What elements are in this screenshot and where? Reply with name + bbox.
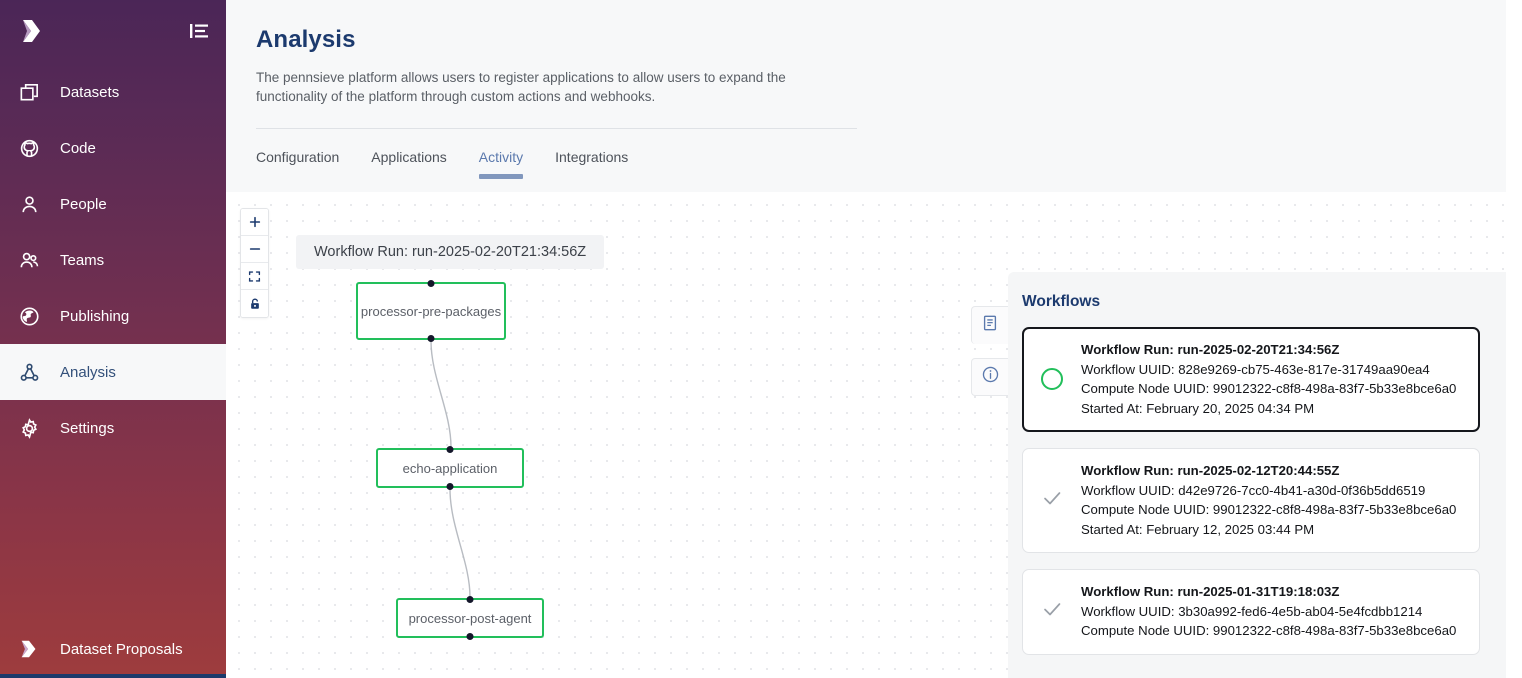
- zoom-in-button[interactable]: [241, 209, 268, 236]
- workflow-run-name: Workflow Run: run-2025-02-20T21:34:56Z: [1081, 342, 1340, 357]
- sidebar-header: [0, 0, 226, 62]
- canvas-side-buttons: [971, 306, 1009, 396]
- sidebar-item-datasets[interactable]: Datasets: [0, 64, 226, 120]
- node-handle-bottom[interactable]: [427, 335, 435, 342]
- workflows-panel: Workflows Workflow Run: run-2025-02-20T2…: [1008, 272, 1506, 678]
- page-header: Analysis The pennsieve platform allows u…: [226, 0, 1506, 192]
- running-circle-icon: [1041, 368, 1063, 390]
- lock-canvas-button[interactable]: [241, 290, 268, 317]
- header-divider: [256, 128, 857, 129]
- check-icon: [1041, 487, 1063, 514]
- workflow-started-at: Started At: February 12, 2025 03:44 PM: [1081, 521, 1315, 537]
- workflows-panel-title: Workflows: [1022, 293, 1101, 310]
- workflow-card-body: Workflow Run: run-2025-02-12T20:44:55Z W…: [1081, 461, 1456, 539]
- app-root: Datasets Code People Teams Publishing An…: [0, 0, 1522, 678]
- node-handle-bottom[interactable]: [446, 483, 454, 490]
- globe-publishing-icon: [16, 303, 42, 329]
- sidebar-item-label: People: [60, 195, 107, 213]
- sidebar-item-label: Analysis: [60, 363, 116, 381]
- sidebar-item-analysis[interactable]: Analysis: [0, 344, 226, 400]
- workflow-node[interactable]: processor-post-agent: [396, 596, 544, 640]
- info-circle-icon: [981, 365, 1000, 389]
- check-icon: [1041, 598, 1063, 625]
- analysis-graph-icon: [16, 359, 42, 385]
- status-indicator-running: [1037, 368, 1067, 390]
- node-handle-top[interactable]: [427, 280, 435, 287]
- zoom-controls: [240, 208, 269, 318]
- sidebar-item-label: Settings: [60, 419, 115, 437]
- workflow-uuid: Workflow UUID: 828e9269-cb75-463e-817e-3…: [1081, 361, 1430, 377]
- pennsieve-logo-icon[interactable]: [18, 18, 44, 44]
- workflow-node[interactable]: processor-pre-packages: [356, 280, 506, 342]
- right-gutter: [1506, 0, 1522, 678]
- compute-node-uuid: Compute Node UUID: 99012322-c8f8-498a-83…: [1081, 381, 1457, 396]
- tab-activity[interactable]: Activity: [478, 149, 524, 179]
- workflow-uuid: Workflow UUID: d42e9726-7cc0-4b41-a30d-0…: [1081, 482, 1426, 498]
- pennsieve-logo-icon: [16, 636, 42, 662]
- sidebar-item-dataset-proposals[interactable]: Dataset Proposals: [0, 620, 226, 678]
- workflow-canvas[interactable]: Workflow Run: run-2025-02-20T21:34:56Z p…: [226, 192, 1506, 678]
- sidebar-item-publishing[interactable]: Publishing: [0, 288, 226, 344]
- sidebar-bottom-rule: [0, 674, 226, 678]
- datasets-icon: [16, 79, 42, 105]
- workflow-uuid: Workflow UUID: 3b30a992-fed6-4e5b-ab04-5…: [1081, 603, 1423, 619]
- workflow-node-label: processor-pre-packages: [360, 303, 502, 319]
- workflow-run-name: Workflow Run: run-2025-01-31T19:18:03Z: [1081, 584, 1340, 599]
- document-log-icon: [981, 314, 999, 337]
- workflow-card-body: Workflow Run: run-2025-02-20T21:34:56Z W…: [1081, 340, 1456, 418]
- sidebar-item-teams[interactable]: Teams: [0, 232, 226, 288]
- info-panel-button[interactable]: [971, 358, 1009, 396]
- tab-bar: Configuration Applications Activity Inte…: [256, 149, 1506, 179]
- tab-configuration[interactable]: Configuration: [256, 149, 339, 179]
- compute-node-uuid: Compute Node UUID: 99012322-c8f8-498a-83…: [1081, 623, 1457, 638]
- workflow-card[interactable]: Workflow Run: run-2025-02-20T21:34:56Z W…: [1022, 327, 1480, 432]
- workflow-run-label: Workflow Run: run-2025-02-20T21:34:56Z: [296, 235, 605, 269]
- fit-view-button[interactable]: [241, 263, 268, 290]
- workflow-run-name: Workflow Run: run-2025-02-12T20:44:55Z: [1081, 463, 1340, 478]
- node-handle-bottom[interactable]: [466, 633, 474, 640]
- workflow-node-label: echo-application: [402, 460, 498, 476]
- collapse-sidebar-icon[interactable]: [188, 20, 210, 42]
- sidebar-item-label: Teams: [60, 251, 105, 269]
- gear-icon: [16, 415, 42, 441]
- sidebar-item-label: Datasets: [60, 83, 120, 101]
- node-handle-top[interactable]: [466, 596, 474, 603]
- status-indicator-complete: [1037, 487, 1067, 514]
- sidebar-bottom-label: Dataset Proposals: [60, 640, 183, 658]
- sidebar-item-people[interactable]: People: [0, 176, 226, 232]
- node-handle-top[interactable]: [446, 446, 454, 453]
- sidebar: Datasets Code People Teams Publishing An…: [0, 0, 226, 678]
- status-indicator-complete: [1037, 598, 1067, 625]
- zoom-out-button[interactable]: [241, 236, 268, 263]
- workflow-card-body: Workflow Run: run-2025-01-31T19:18:03Z W…: [1081, 582, 1456, 641]
- page-description: The pennsieve platform allows users to r…: [256, 70, 786, 104]
- sidebar-nav: Datasets Code People Teams Publishing An…: [0, 64, 226, 456]
- person-icon: [16, 191, 42, 217]
- sidebar-item-label: Code: [60, 139, 96, 157]
- workflow-node[interactable]: echo-application: [376, 446, 524, 490]
- tab-applications[interactable]: Applications: [371, 149, 447, 179]
- workflow-card[interactable]: Workflow Run: run-2025-02-12T20:44:55Z W…: [1022, 448, 1480, 553]
- workflow-card[interactable]: Workflow Run: run-2025-01-31T19:18:03Z W…: [1022, 569, 1480, 655]
- workflow-node-label: processor-post-agent: [408, 610, 532, 626]
- main-content: Analysis The pennsieve platform allows u…: [226, 0, 1522, 678]
- compute-node-uuid: Compute Node UUID: 99012322-c8f8-498a-83…: [1081, 502, 1457, 517]
- logs-panel-button[interactable]: [971, 306, 1009, 344]
- sidebar-item-label: Publishing: [60, 307, 130, 325]
- sidebar-item-settings[interactable]: Settings: [0, 400, 226, 456]
- teams-icon: [16, 247, 42, 273]
- github-code-icon: [16, 135, 42, 161]
- sidebar-item-code[interactable]: Code: [0, 120, 226, 176]
- page-title: Analysis: [256, 26, 356, 53]
- workflow-started-at: Started At: February 20, 2025 04:34 PM: [1081, 400, 1315, 416]
- tab-integrations[interactable]: Integrations: [555, 149, 628, 179]
